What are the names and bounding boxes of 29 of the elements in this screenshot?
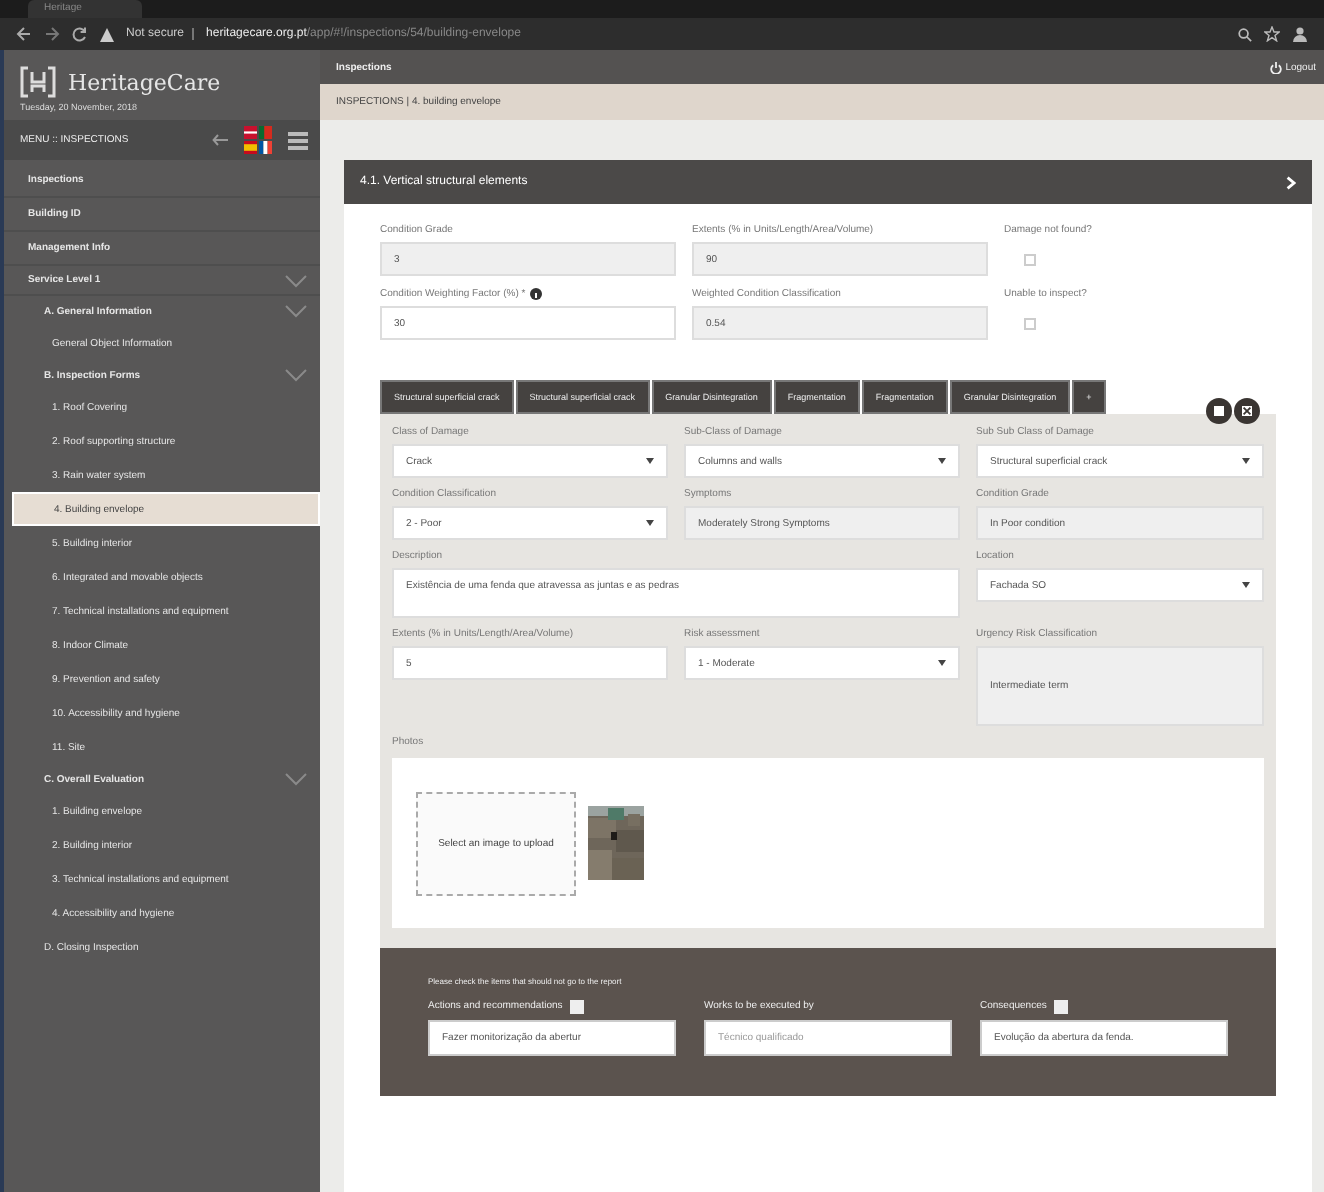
chevron-right-icon xyxy=(1286,175,1296,189)
dropdown-arrow-icon xyxy=(938,458,946,464)
checkbox[interactable] xyxy=(1024,253,1036,265)
logo-icon xyxy=(20,66,56,98)
chevron-down-icon xyxy=(284,304,308,318)
dropdown-arrow-icon xyxy=(938,660,946,666)
checkbox[interactable] xyxy=(1054,999,1069,1013)
chevron-down-icon xyxy=(284,772,308,786)
back-icon[interactable] xyxy=(16,26,32,42)
menu-icon[interactable] xyxy=(288,131,308,149)
back-arrow-icon[interactable] xyxy=(212,134,228,146)
chevron-down-icon xyxy=(284,273,308,287)
language-flags-icon[interactable] xyxy=(244,126,272,154)
dropdown-arrow-icon xyxy=(646,520,654,526)
search-icon[interactable] xyxy=(1238,27,1252,41)
profile-icon[interactable] xyxy=(1292,26,1308,42)
dropdown-arrow-icon xyxy=(1242,582,1250,588)
reload-icon[interactable] xyxy=(72,26,88,42)
forward-icon[interactable] xyxy=(44,26,60,42)
info-icon[interactable] xyxy=(529,288,542,300)
logo-text: HeritageCare xyxy=(68,69,221,95)
checkbox[interactable] xyxy=(1024,317,1036,329)
checkbox[interactable] xyxy=(570,999,585,1013)
power-icon xyxy=(1269,61,1282,73)
chevron-down-icon xyxy=(284,368,308,382)
dropdown-arrow-icon xyxy=(646,458,654,464)
dropdown-arrow-icon xyxy=(1242,458,1250,464)
star-icon[interactable] xyxy=(1264,26,1280,42)
warning-icon xyxy=(100,27,114,41)
